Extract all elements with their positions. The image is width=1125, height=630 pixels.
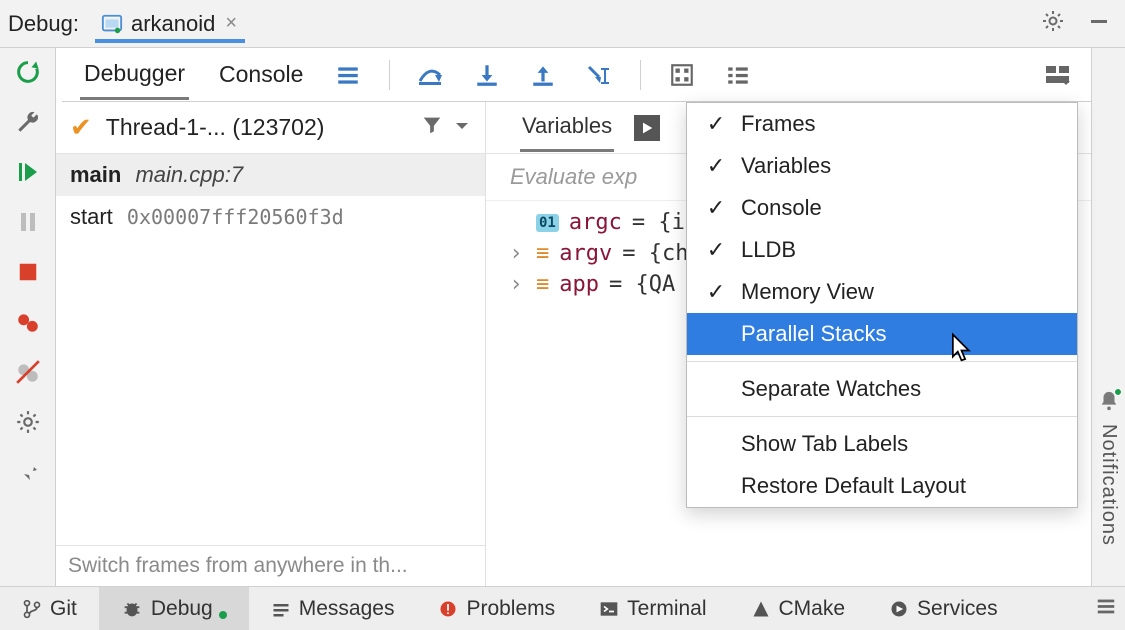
cmake-icon xyxy=(751,599,771,619)
layout-settings-icon[interactable] xyxy=(1043,60,1073,90)
step-into-icon[interactable] xyxy=(472,60,502,90)
bell-icon[interactable] xyxy=(1098,390,1120,418)
status-bar: Git Debug Messages Problems Terminal CMa… xyxy=(0,586,1125,630)
thread-name: Thread-1-... (123702) xyxy=(106,114,325,141)
run-config-name: arkanoid xyxy=(131,11,215,37)
menu-separator xyxy=(687,416,1077,417)
layout-popup-menu: ✓Frames ✓Variables ✓Console ✓LLDB ✓Memor… xyxy=(686,102,1078,508)
status-problems[interactable]: Problems xyxy=(416,587,577,630)
evaluate-expression-icon[interactable] xyxy=(667,60,697,90)
hamburger-icon[interactable] xyxy=(1095,595,1117,623)
services-icon xyxy=(889,599,909,619)
separator xyxy=(389,60,390,90)
panes: ✔ Thread-1-... (123702) main main.cpp:7 … xyxy=(56,102,1091,586)
rerun-button[interactable] xyxy=(10,54,46,90)
status-cmake[interactable]: CMake xyxy=(729,587,868,630)
stack-frame[interactable]: main main.cpp:7 xyxy=(56,154,485,196)
run-to-cursor-icon[interactable] xyxy=(584,60,614,90)
menu-item-lldb[interactable]: ✓LLDB xyxy=(687,229,1077,271)
pin-button[interactable] xyxy=(10,454,46,490)
expand-icon[interactable] xyxy=(506,210,526,235)
close-icon[interactable]: × xyxy=(225,12,237,35)
status-git[interactable]: Git xyxy=(0,587,99,630)
var-value: = {QA xyxy=(609,272,675,297)
check-icon: ✓ xyxy=(705,153,727,179)
separator xyxy=(640,60,641,90)
check-icon: ✓ xyxy=(705,111,727,137)
menu-item-variables[interactable]: ✓Variables xyxy=(687,145,1077,187)
variables-pane: Variables Evaluate exp 01 argc = {in › xyxy=(486,102,1091,586)
notifications-strip[interactable]: Notifications xyxy=(1091,48,1125,586)
chevron-down-icon[interactable] xyxy=(453,115,471,141)
step-over-icon[interactable] xyxy=(416,60,446,90)
var-name: app xyxy=(559,272,599,297)
type-badge: 01 xyxy=(536,214,559,232)
check-icon: ✓ xyxy=(705,195,727,221)
threads-view-icon[interactable] xyxy=(333,60,363,90)
menu-item-show-tab-labels[interactable]: Show Tab Labels xyxy=(687,423,1077,465)
terminal-icon xyxy=(599,599,619,619)
frame-location: main.cpp:7 xyxy=(135,162,243,187)
debug-settings-button[interactable] xyxy=(10,404,46,440)
check-icon: ✓ xyxy=(705,237,727,263)
mute-breakpoints-button[interactable] xyxy=(10,354,46,390)
app-icon xyxy=(101,13,123,35)
branch-icon xyxy=(22,599,42,619)
stop-button[interactable] xyxy=(10,254,46,290)
view-breakpoints-button[interactable] xyxy=(10,304,46,340)
main-area: Debugger Console xyxy=(0,48,1125,586)
tab-console[interactable]: Console xyxy=(215,51,307,98)
pause-button[interactable] xyxy=(10,204,46,240)
resume-button[interactable] xyxy=(10,154,46,190)
error-icon xyxy=(438,599,458,619)
check-icon: ✓ xyxy=(705,279,727,305)
panel-title: Debug: xyxy=(8,11,79,37)
frame-address: 0x00007fff20560f3d xyxy=(127,205,344,229)
thread-selector[interactable]: ✔ Thread-1-... (123702) xyxy=(56,102,485,154)
notifications-label: Notifications xyxy=(1097,424,1120,546)
debugger-tabs: Debugger Console xyxy=(62,48,1091,102)
status-services[interactable]: Services xyxy=(867,587,1020,630)
frame-function: start xyxy=(70,204,113,229)
step-out-icon[interactable] xyxy=(528,60,558,90)
status-terminal[interactable]: Terminal xyxy=(577,587,728,630)
menu-item-frames[interactable]: ✓Frames xyxy=(687,103,1077,145)
menu-item-separate-watches[interactable]: Separate Watches xyxy=(687,368,1077,410)
debug-side-toolbar xyxy=(0,48,56,586)
wrench-icon[interactable] xyxy=(10,104,46,140)
type-badge: ≡ xyxy=(536,241,549,266)
menu-item-parallel-stacks[interactable]: Parallel Stacks xyxy=(687,313,1077,355)
stack-frame[interactable]: start 0x00007fff20560f3d xyxy=(56,196,485,238)
status-debug[interactable]: Debug xyxy=(99,587,249,630)
frame-function: main xyxy=(70,162,121,187)
var-value: = {ch xyxy=(622,241,688,266)
run-configuration-tab[interactable]: arkanoid × xyxy=(95,5,245,43)
gear-icon[interactable] xyxy=(1035,5,1071,43)
trace-icon[interactable] xyxy=(723,60,753,90)
messages-icon xyxy=(271,599,291,619)
toolwindow-header: Debug: arkanoid × xyxy=(0,0,1125,48)
menu-item-console[interactable]: ✓Console xyxy=(687,187,1077,229)
debugger-content: Debugger Console xyxy=(56,48,1091,586)
tab-variables[interactable]: Variables xyxy=(520,103,614,152)
frames-pane: ✔ Thread-1-... (123702) main main.cpp:7 … xyxy=(56,102,486,586)
menu-item-restore-layout[interactable]: Restore Default Layout xyxy=(687,465,1077,507)
bug-icon xyxy=(121,598,143,620)
var-name: argv xyxy=(559,241,612,266)
tab-debugger[interactable]: Debugger xyxy=(80,50,189,100)
more-tabs-icon[interactable] xyxy=(634,115,660,141)
expand-icon[interactable]: › xyxy=(506,272,526,297)
menu-item-memory-view[interactable]: ✓Memory View xyxy=(687,271,1077,313)
check-icon: ✔ xyxy=(70,112,92,143)
minimize-icon[interactable] xyxy=(1081,5,1117,43)
filter-icon[interactable] xyxy=(421,114,443,142)
var-name: argc xyxy=(569,210,622,235)
status-messages[interactable]: Messages xyxy=(249,587,417,630)
type-badge: ≡ xyxy=(536,272,549,297)
menu-separator xyxy=(687,361,1077,362)
expand-icon[interactable]: › xyxy=(506,241,526,266)
frames-hint: Switch frames from anywhere in th... xyxy=(56,545,485,586)
